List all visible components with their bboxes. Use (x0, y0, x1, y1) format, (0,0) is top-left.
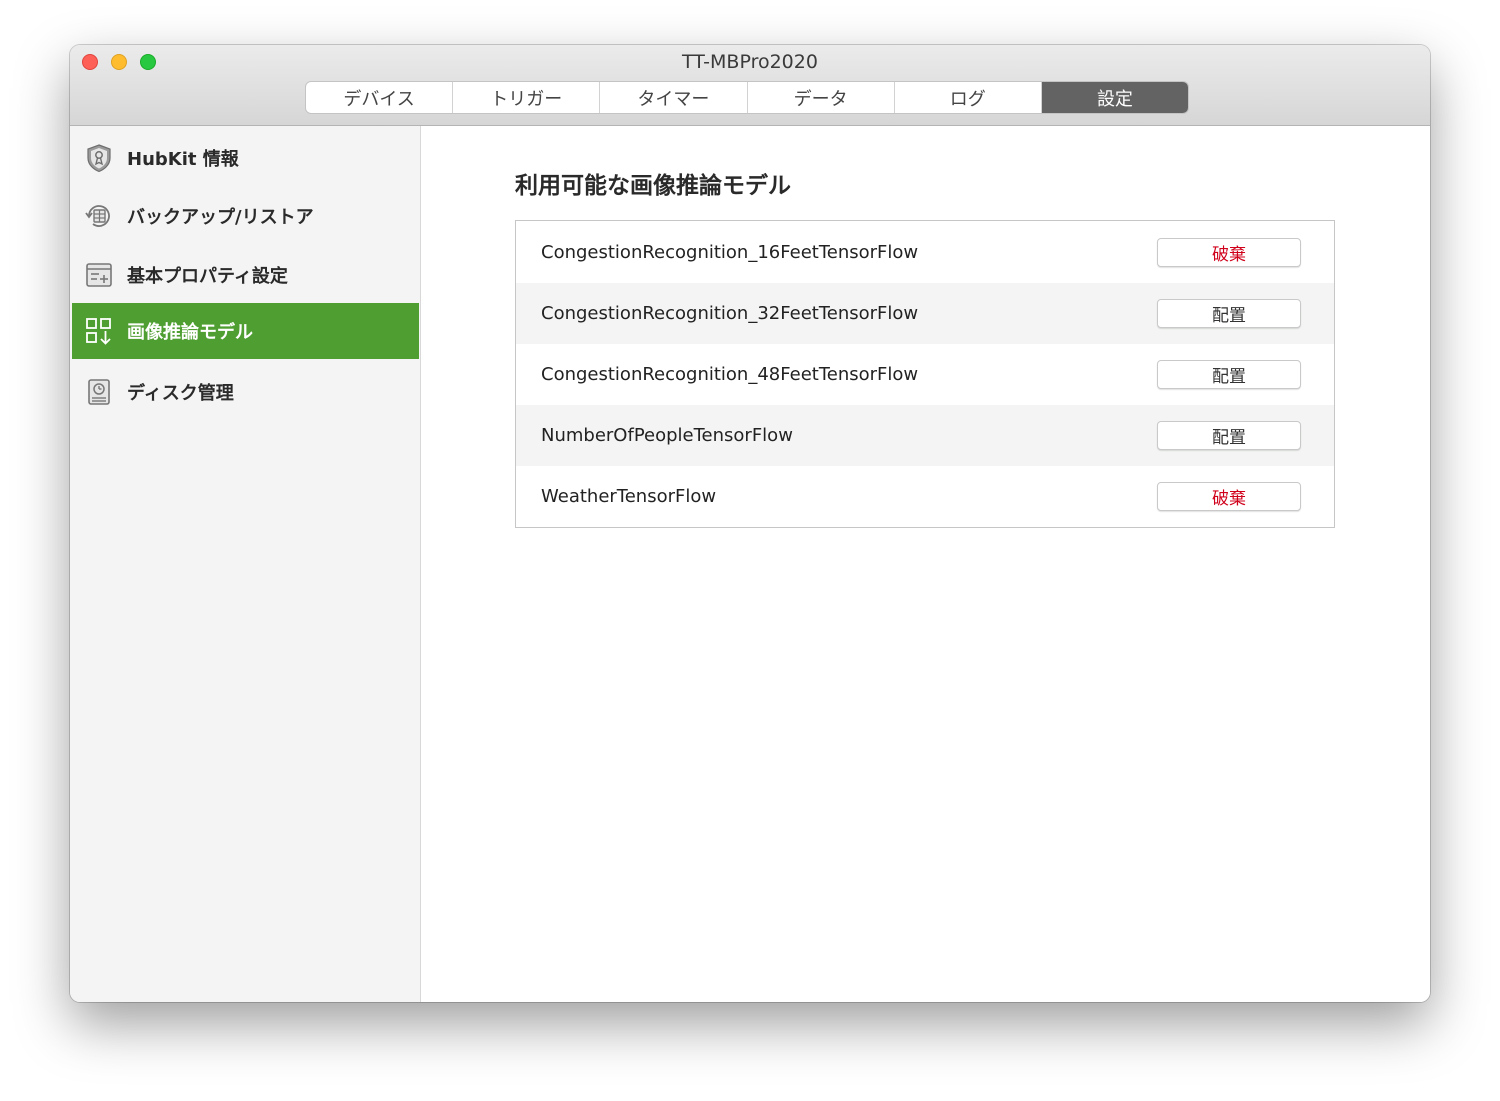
main-tab-bar: デバイス トリガー タイマー データ ログ 設定 (305, 81, 1189, 114)
settings-sidebar: HubKit 情報 バックアップ/リストア 基本プロパティ設定 画像推論モデル … (70, 126, 421, 1002)
tab-devices[interactable]: デバイス (306, 82, 454, 113)
tab-timers[interactable]: タイマー (600, 82, 748, 113)
deploy-model-button[interactable]: 配置 (1157, 421, 1301, 450)
disk-icon (88, 379, 110, 405)
page-title: 利用可能な画像推論モデル (515, 173, 791, 199)
discard-model-button[interactable]: 破棄 (1157, 238, 1301, 267)
title-bar: TT-MBPro2020 デバイス トリガー タイマー データ ログ 設定 (70, 45, 1430, 126)
model-row: WeatherTensorFlow 破棄 (516, 466, 1334, 527)
sidebar-item-label: バックアップ/リストア (127, 207, 314, 228)
model-name: CongestionRecognition_16FeetTensorFlow (541, 242, 919, 263)
model-name: CongestionRecognition_32FeetTensorFlow (541, 303, 919, 324)
model-list: CongestionRecognition_16FeetTensorFlow 破… (515, 220, 1335, 528)
discard-model-button[interactable]: 破棄 (1157, 482, 1301, 511)
model-row: CongestionRecognition_32FeetTensorFlow 配… (516, 283, 1334, 344)
sidebar-item-hubkit-info[interactable]: HubKit 情報 (72, 130, 419, 186)
model-row: CongestionRecognition_16FeetTensorFlow 破… (516, 222, 1334, 283)
sidebar-item-label: HubKit 情報 (127, 149, 239, 170)
sidebar-item-image-models[interactable]: 画像推論モデル (72, 303, 419, 359)
model-name: CongestionRecognition_48FeetTensorFlow (541, 364, 919, 385)
model-name: NumberOfPeopleTensorFlow (541, 425, 793, 446)
model-grid-icon (86, 318, 111, 345)
tab-settings[interactable]: 設定 (1041, 82, 1188, 113)
sidebar-item-label: ディスク管理 (127, 383, 234, 404)
backup-restore-icon (85, 205, 110, 227)
sidebar-item-label: 基本プロパティ設定 (127, 266, 288, 287)
model-row: NumberOfPeopleTensorFlow 配置 (516, 405, 1334, 466)
window-title: TT-MBPro2020 (682, 51, 818, 73)
app-window: TT-MBPro2020 デバイス トリガー タイマー データ ログ 設定 Hu… (70, 45, 1430, 1002)
tab-triggers[interactable]: トリガー (453, 82, 601, 113)
sidebar-item-basic-properties[interactable]: 基本プロパティ設定 (72, 247, 419, 303)
model-row: CongestionRecognition_48FeetTensorFlow 配… (516, 344, 1334, 405)
sidebar-item-backup-restore[interactable]: バックアップ/リストア (72, 188, 419, 244)
deploy-model-button[interactable]: 配置 (1157, 299, 1301, 328)
shield-badge-icon (87, 144, 111, 173)
sidebar-item-label: 画像推論モデル (127, 322, 253, 343)
tab-data[interactable]: データ (748, 82, 895, 113)
sidebar-item-disk-management[interactable]: ディスク管理 (72, 364, 419, 420)
model-name: WeatherTensorFlow (541, 486, 717, 507)
deploy-model-button[interactable]: 配置 (1157, 360, 1301, 389)
main-content: 利用可能な画像推論モデル CongestionRecognition_16Fee… (421, 126, 1430, 1002)
tab-logs[interactable]: ログ (895, 82, 1042, 113)
properties-icon (86, 263, 112, 287)
